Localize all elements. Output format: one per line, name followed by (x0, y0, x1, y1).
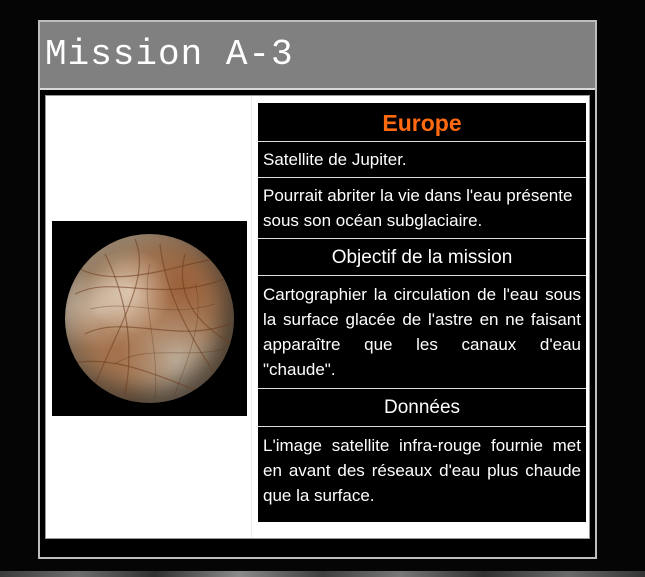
objective-heading: Objectif de la mission (258, 239, 586, 276)
objective-text: Cartographier la circulation de l'eau so… (258, 276, 586, 389)
planet-description: Pourrait abriter la vie dans l'eau prése… (258, 178, 586, 239)
mission-content: Europe Satellite de Jupiter. Pourrait ab… (45, 95, 590, 539)
planet-name: Europe (258, 103, 586, 142)
mission-panel: Mission A-3 Europe Satellite de Jupiter.… (38, 20, 597, 559)
mission-info-table: Europe Satellite de Jupiter. Pourrait ab… (258, 103, 586, 522)
data-heading: Données (258, 389, 586, 427)
europa-image (52, 221, 247, 416)
bottom-strip (0, 571, 645, 577)
page-title: Mission A-3 (45, 34, 294, 75)
europa-planet-icon (65, 234, 234, 403)
data-text: L'image satellite infra-rouge fournie me… (263, 436, 581, 505)
title-bar: Mission A-3 (40, 22, 595, 90)
image-cell (46, 96, 252, 538)
planet-subtitle: Satellite de Jupiter. (258, 142, 586, 178)
